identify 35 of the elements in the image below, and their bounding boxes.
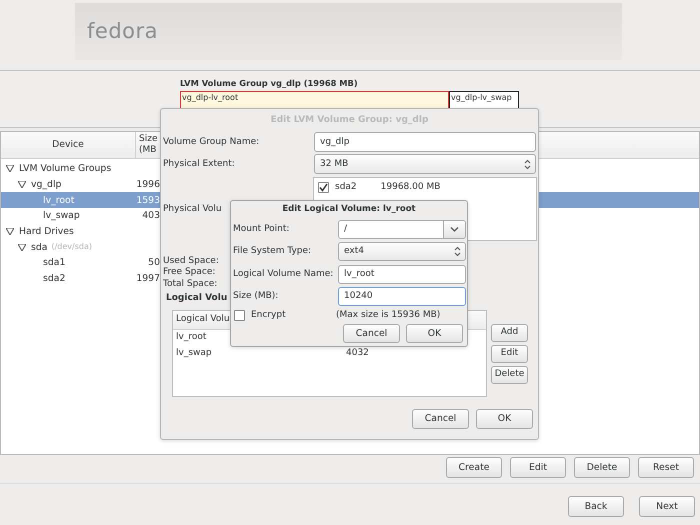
device-path: (/dev/sda)	[51, 242, 92, 252]
fedora-logo: fedora	[87, 18, 158, 44]
field-label: File System Type:	[233, 246, 312, 258]
device-name: lv_swap	[43, 210, 80, 222]
size-value: 4032	[346, 348, 369, 360]
device-name: sda2	[43, 273, 66, 284]
field-label: Physical Volu	[163, 204, 222, 214]
field-label: Logical Volume Name:	[233, 268, 334, 280]
space-label: Free Space:	[163, 267, 216, 279]
space-label: Used Space:	[163, 256, 219, 267]
device-name: sda	[31, 242, 48, 253]
device-name: Hard Drives	[19, 226, 74, 238]
size-value: 403	[141, 210, 160, 222]
size-value: 50	[147, 257, 160, 269]
size-value: 1593	[136, 194, 160, 206]
volume-name: sda2	[335, 182, 357, 193]
field-label: Mount Point:	[233, 224, 290, 235]
volume-size: 19968.00 MB	[380, 182, 440, 193]
device-name: vg_dlp	[31, 178, 62, 190]
device-name: LVM Volume Groups	[19, 163, 112, 174]
dialog-title: Edit Logical Volume: lv_root	[281, 203, 417, 216]
field-label: Volume Group Name:	[163, 136, 260, 148]
section-title: Logical Volu	[165, 292, 228, 304]
field-label: Physical Extent:	[163, 158, 236, 170]
size-value: 1996	[136, 178, 160, 190]
space-label: Total Space:	[163, 278, 218, 290]
volume-name: lv_swap	[176, 348, 213, 360]
device-name: lv_root	[43, 194, 74, 206]
volume-name: lv_root	[176, 332, 208, 344]
volume-group-title: LVM Volume Group vg_dlp (19968 MB)	[180, 79, 359, 89]
size-note: (Max size is 15936 MB)	[336, 310, 440, 321]
field-label: Size (MB):	[233, 291, 280, 302]
device-name: sda1	[43, 257, 66, 269]
checkbox-label: Encrypt	[251, 310, 286, 321]
size-value: 1997	[136, 273, 160, 284]
